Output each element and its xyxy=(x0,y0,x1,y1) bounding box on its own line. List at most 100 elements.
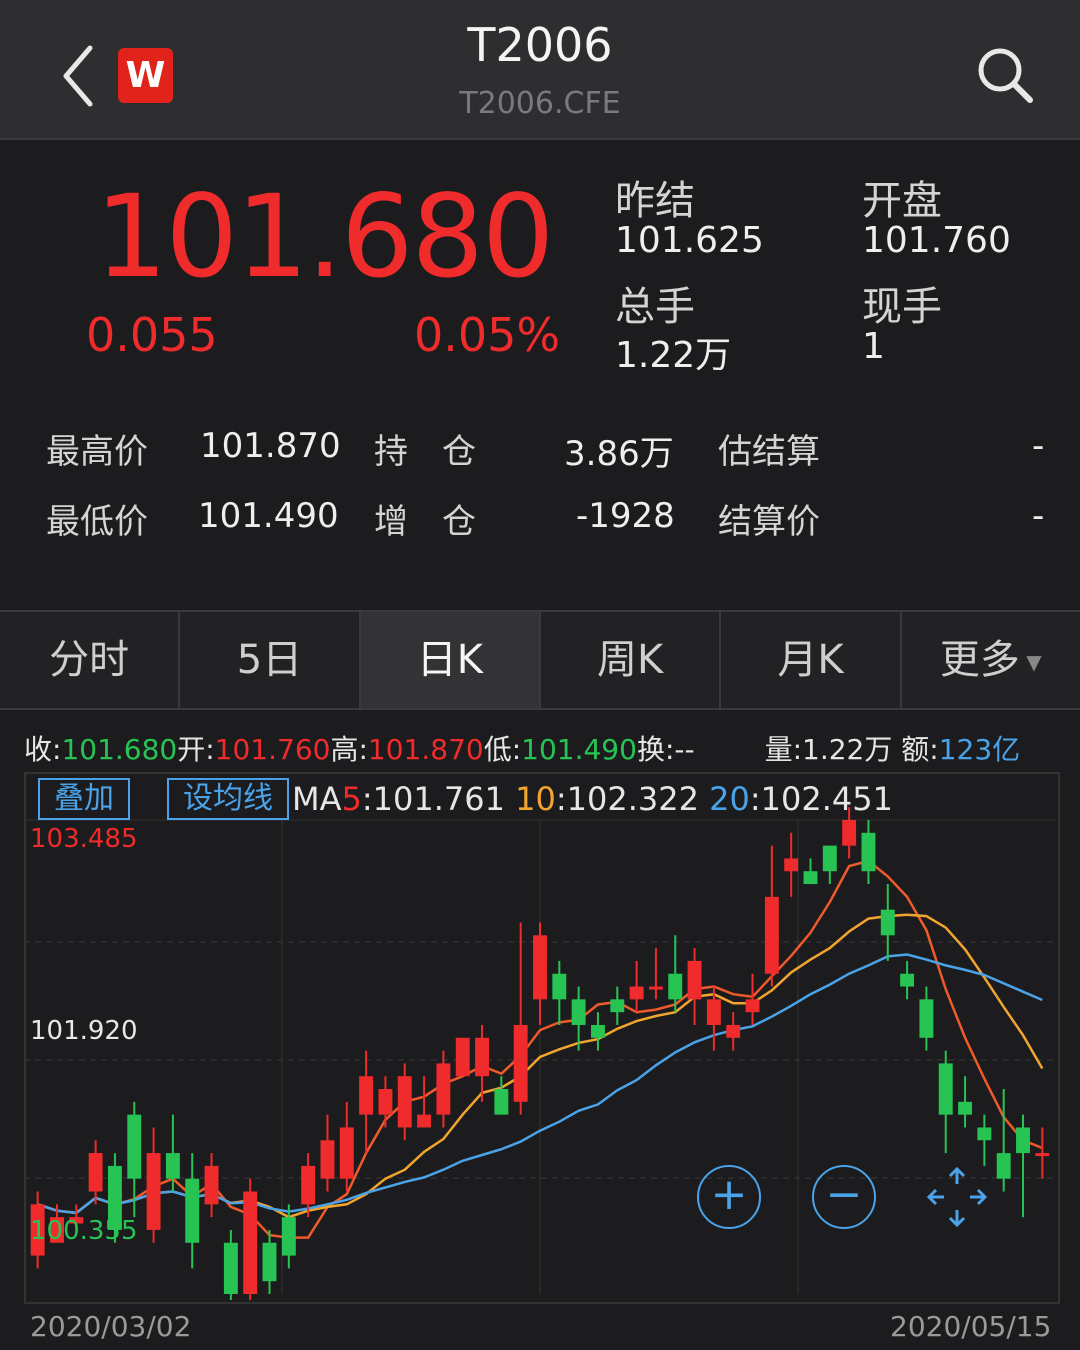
y-axis-high-label: 103.485 xyxy=(30,824,138,854)
ma5-key: 5 xyxy=(341,780,362,818)
candle-body xyxy=(301,1165,316,1205)
high-value-2: 101.870 xyxy=(367,733,484,766)
tab-more[interactable]: 更多 ▼ xyxy=(902,612,1080,708)
y-axis-low-label: 100.355 xyxy=(30,1216,138,1246)
candle-body xyxy=(455,1037,470,1077)
tab-5day[interactable]: 5日 xyxy=(180,612,361,708)
candle-body xyxy=(1035,1153,1050,1157)
open-value: 101.760 xyxy=(862,220,1011,261)
close-label: 收: xyxy=(24,733,62,766)
candle-body xyxy=(591,1024,605,1038)
candle-body xyxy=(803,871,818,885)
candle-body xyxy=(996,1153,1011,1179)
tab-weekly-k[interactable]: 周K xyxy=(541,612,722,708)
candle-body xyxy=(706,999,721,1025)
candle-body xyxy=(204,1165,219,1205)
candle-body xyxy=(822,845,837,872)
oi-change-label: 增 仓 xyxy=(374,502,476,542)
candle-body xyxy=(127,1114,142,1179)
prev-settle-label: 昨结 xyxy=(615,178,695,224)
candle-body xyxy=(668,973,683,1000)
period-tabs: 分时 5日 日K 周K 月K 更多 ▼ xyxy=(0,610,1080,710)
page-title: T2006 xyxy=(467,18,613,72)
volume-value: 1.22万 xyxy=(615,335,732,376)
candle-body xyxy=(262,1242,277,1282)
candle-body xyxy=(610,999,625,1013)
candle-body xyxy=(764,896,779,974)
candle-body xyxy=(687,960,702,1000)
tab-daily-k[interactable]: 日K xyxy=(360,612,541,708)
candle-body xyxy=(977,1127,992,1141)
ma-settings-button[interactable]: 设均线 xyxy=(167,778,289,820)
candle-body xyxy=(475,1037,489,1077)
high-label-2: 高: xyxy=(330,733,368,766)
candle-body xyxy=(281,1217,296,1256)
settle-label: 结算价 xyxy=(718,502,820,542)
amount-value: 123亿 xyxy=(938,733,1021,766)
ma5-value: :101.761 xyxy=(361,780,505,818)
candle-body xyxy=(339,1127,354,1179)
candle-body xyxy=(223,1242,238,1294)
turnover-label: 换: xyxy=(636,733,675,766)
ma10-key: 10 xyxy=(515,780,556,818)
candle-body xyxy=(900,973,915,987)
candle-body xyxy=(861,832,876,872)
candle-body xyxy=(919,999,934,1038)
candle-body xyxy=(842,820,857,846)
candle-body xyxy=(243,1191,258,1294)
page-subtitle: T2006.CFE xyxy=(459,86,621,121)
candle-body xyxy=(494,1089,509,1115)
candle-body xyxy=(513,1024,528,1102)
vol-label: 量: xyxy=(764,733,803,766)
close-value: 101.680 xyxy=(61,733,178,766)
tab-intraday[interactable]: 分时 xyxy=(0,612,181,708)
candle-body xyxy=(146,1153,161,1230)
app-logo-icon: W xyxy=(118,48,173,103)
candle-body xyxy=(378,1089,393,1115)
x-axis-start-date: 2020/03/02 xyxy=(30,1310,192,1343)
ma10-value: :102.322 xyxy=(555,780,699,818)
dropdown-caret-icon: ▼ xyxy=(1019,650,1042,674)
candle-body xyxy=(359,1076,374,1115)
y-axis-mid-label: 101.920 xyxy=(30,1016,138,1046)
price-change-pct: 0.05% xyxy=(414,308,561,362)
candle-body xyxy=(958,1101,973,1115)
last-lot-value: 1 xyxy=(862,326,885,367)
zoom-in-icon[interactable]: + xyxy=(697,1165,761,1229)
candle-body xyxy=(726,1024,741,1038)
zoom-out-icon[interactable]: − xyxy=(812,1165,876,1229)
candle-body xyxy=(880,909,895,936)
open-label-2: 开: xyxy=(177,733,215,766)
candle-body xyxy=(320,1140,335,1179)
ma20-value: :102.451 xyxy=(749,780,893,818)
back-chevron-icon[interactable] xyxy=(52,38,112,114)
open-label: 开盘 xyxy=(862,178,942,224)
candle-body xyxy=(165,1153,180,1179)
x-axis-end-date: 2020/05/15 xyxy=(890,1310,1052,1343)
est-settle-value: - xyxy=(1032,426,1045,466)
price-change: 0.055 xyxy=(86,308,218,362)
candle-body xyxy=(436,1063,451,1115)
settle-value: - xyxy=(1032,496,1045,536)
move-icon[interactable] xyxy=(926,1166,988,1228)
candle-body xyxy=(629,986,644,1000)
volume-label: 总手 xyxy=(615,284,695,330)
search-icon[interactable] xyxy=(970,40,1040,110)
last-price: 101.680 xyxy=(95,170,554,303)
candle-body xyxy=(1016,1127,1030,1154)
low-value: 101.490 xyxy=(198,496,339,536)
high-value: 101.870 xyxy=(200,426,341,466)
overlay-button[interactable]: 叠加 xyxy=(38,778,130,820)
candle-body xyxy=(552,973,567,1000)
open-interest-value: 3.86万 xyxy=(564,434,674,474)
tab-monthly-k[interactable]: 月K xyxy=(721,612,902,708)
low-label-2: 低: xyxy=(483,733,522,766)
kline-chart[interactable] xyxy=(24,772,1056,1300)
candle-body xyxy=(185,1178,200,1243)
high-label: 最高价 xyxy=(46,432,148,472)
candle-body xyxy=(648,986,663,990)
open-interest-label: 持 仓 xyxy=(374,432,476,472)
candle-body xyxy=(397,1076,412,1128)
open-value-2: 101.760 xyxy=(214,733,331,766)
ohlc-info-line: 收:101.680开:101.760高:101.870低:101.490换:--… xyxy=(24,728,1020,768)
